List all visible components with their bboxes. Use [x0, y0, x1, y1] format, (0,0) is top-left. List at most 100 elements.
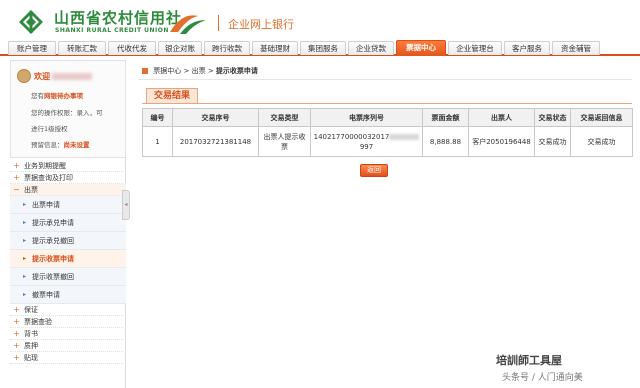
sidebar-item-expiry-reminder[interactable]: + 业务到期提醒 — [10, 160, 126, 172]
bullet-icon: ▸ — [23, 237, 27, 244]
tab-enterprise-admin[interactable]: 企业管理台 — [448, 41, 502, 55]
sidebar-subitem-accept-withdraw[interactable]: ▸ 提示承兑撤回 — [10, 232, 126, 250]
tab-fund-assist[interactable]: 资金辅管 — [552, 41, 600, 55]
sidebar-subitem-receive-apply[interactable]: ▸ 提示收票申请 — [10, 250, 126, 268]
watermark-title: 培訓師工具屋 — [496, 354, 562, 367]
sidebar-item-label: 保证 — [24, 306, 38, 314]
swoosh-decoration-icon — [170, 15, 206, 34]
user-info-panel: 欢迎 您有网银待办事项 您的操作权限：录入，可 进行1级授权 预留信息：尚未设置 — [10, 60, 126, 158]
sidebar-subitem-accept-apply[interactable]: ▸ 提示承兑申请 — [10, 214, 126, 232]
cell-drawer: 客户2050196448 — [468, 126, 535, 157]
col-header-message: 交易返回信息 — [570, 108, 633, 127]
portal-title: 企业网上银行 — [228, 18, 294, 31]
bullet-icon: ▸ — [23, 255, 27, 262]
cell-no: 1 — [142, 126, 173, 157]
tab-bill-center[interactable]: 票据中心 — [396, 40, 446, 56]
sidebar-subitem-receive-withdraw[interactable]: ▸ 提示收票撤回 — [10, 268, 126, 286]
cell-type: 出票人提示收票 — [258, 126, 311, 157]
sidebar-collapse-handle[interactable]: ◂ — [122, 190, 130, 220]
col-header-amount: 票面金额 — [422, 108, 469, 127]
expand-icon: + — [13, 341, 20, 350]
main-nav: 账户管理 转账汇款 代收代发 银企对账 跨行收款 基础理财 集团服务 企业贷款 … — [0, 40, 640, 56]
collapse-icon: − — [13, 185, 20, 194]
expand-icon: + — [13, 329, 20, 338]
sidebar-subitem-issue-apply[interactable]: ▸ 出票申请 — [10, 196, 126, 214]
reserved-info-line: 预留信息：尚未设置 — [31, 139, 90, 149]
tab-transfer[interactable]: 转账汇款 — [58, 41, 106, 55]
sidebar-item-bill-verify[interactable]: + 票据查验 — [10, 316, 126, 328]
header-divider — [218, 15, 219, 31]
bullet-icon: ▸ — [23, 219, 27, 226]
rcu-logo-icon — [19, 10, 43, 34]
tab-account[interactable]: 账户管理 — [8, 41, 56, 55]
serial-suffix: 997 — [359, 142, 374, 151]
tab-group[interactable]: 集团服务 — [300, 41, 346, 55]
expand-icon: + — [13, 353, 20, 362]
breadcrumb-item[interactable]: 票据中心 — [153, 67, 181, 75]
result-tab: 交易结果 — [146, 88, 198, 104]
welcome-text: 欢迎 — [34, 71, 92, 82]
cell-message: 交易成功 — [570, 126, 633, 157]
todo-link[interactable]: 网银待办事项 — [44, 92, 83, 100]
todo-prefix: 您有 — [31, 92, 44, 100]
expand-icon: + — [13, 173, 20, 182]
sidebar-item-label: 业务到期提醒 — [24, 162, 66, 170]
col-header-no: 编号 — [142, 108, 173, 127]
watermark-subtitle: 头条号 / 人门通向美 — [502, 373, 583, 383]
sidebar-item-issue[interactable]: − 出票 — [10, 184, 126, 196]
serial-prefix: 14021770000032017 — [313, 132, 390, 141]
tab-customer-service[interactable]: 客户服务 — [504, 41, 550, 55]
sidebar-item-label: 票据查验 — [24, 318, 52, 326]
breadcrumb-item[interactable]: 出票 — [192, 67, 206, 75]
main-content: 票据中心 > 出票 > 提示收票申请 交易结果 编号 交易序号 交易类型 电票序… — [134, 62, 634, 388]
serial-redacted — [389, 133, 420, 140]
reserved-info-label: 预留信息： — [31, 141, 64, 149]
sidebar-subitem-cancel-apply[interactable]: ▸ 撤票申请 — [10, 286, 126, 304]
welcome-label: 欢迎 — [34, 72, 50, 81]
sidebar-subitem-label: 撤票申请 — [32, 291, 60, 299]
username-redacted — [52, 73, 92, 80]
sidebar-item-pledge[interactable]: + 质押 — [10, 340, 126, 352]
tab-interbank[interactable]: 跨行收款 — [204, 41, 250, 55]
avatar — [17, 69, 31, 83]
expand-icon: + — [13, 161, 20, 170]
sidebar-item-discount[interactable]: + 贴现 — [10, 352, 126, 364]
cell-serial: 14021770000032017997 — [310, 126, 423, 157]
tab-wealth[interactable]: 基础理财 — [252, 41, 298, 55]
cell-amount: 8,888.88 — [422, 126, 469, 157]
col-header-drawer: 出票人 — [468, 108, 535, 127]
sidebar-item-label: 票据查询及打印 — [24, 174, 73, 182]
back-button[interactable]: 返回 — [360, 164, 388, 177]
sidebar-subitem-label: 提示承兑申请 — [32, 219, 74, 227]
col-header-seq: 交易序号 — [172, 108, 259, 127]
tab-collect-pay[interactable]: 代收代发 — [108, 41, 156, 55]
table-row: 1 2017032721381148 出票人提示收票 1402177000003… — [142, 126, 633, 157]
breadcrumb-current: 提示收票申请 — [215, 67, 258, 75]
sidebar-item-bill-query[interactable]: + 票据查询及打印 — [10, 172, 126, 184]
sidebar-item-label: 出票 — [24, 186, 38, 194]
expand-icon: + — [13, 305, 20, 314]
sidebar-subitem-label: 提示收票撤回 — [32, 273, 74, 281]
breadcrumb: 票据中心 > 出票 > 提示收票申请 — [142, 66, 258, 76]
sidebar-item-label: 背书 — [24, 330, 38, 338]
sidebar-item-endorse[interactable]: + 背书 — [10, 328, 126, 340]
sidebar-item-guarantee[interactable]: + 保证 — [10, 304, 126, 316]
sidebar-menu: + 业务到期提醒 + 票据查询及打印 − 出票 ▸ 出票申请 ▸ 提示承兑申请 ▸ 提示承兑… — [10, 160, 126, 364]
result-divider — [142, 103, 632, 104]
breadcrumb-separator: > — [207, 67, 214, 75]
sidebar-item-label: 质押 — [24, 342, 38, 350]
col-header-serial: 电票序列号 — [310, 108, 423, 127]
app-header: 山西省农村信用社 SHANXI RURAL CREDIT UNION 企业网上银… — [0, 0, 640, 40]
sidebar-subitem-label: 提示承兑撤回 — [32, 237, 74, 245]
breadcrumb-separator: > — [183, 67, 190, 75]
reserved-info-link[interactable]: 尚未设置 — [64, 141, 90, 149]
col-header-type: 交易类型 — [258, 108, 311, 127]
expand-icon: + — [13, 317, 20, 326]
tab-reconcile[interactable]: 银企对账 — [158, 41, 202, 55]
table-header-row: 编号 交易序号 交易类型 电票序列号 票面金额 出票人 交易状态 交易返回信息 — [142, 108, 633, 127]
breadcrumb-divider — [138, 79, 632, 80]
bullet-icon: ▸ — [23, 273, 27, 280]
cell-seq: 2017032721381148 — [172, 126, 259, 157]
tab-loan[interactable]: 企业贷款 — [348, 41, 394, 55]
sidebar: 欢迎 您有网银待办事项 您的操作权限：录入，可 进行1级授权 预留信息：尚未设置… — [10, 60, 126, 388]
